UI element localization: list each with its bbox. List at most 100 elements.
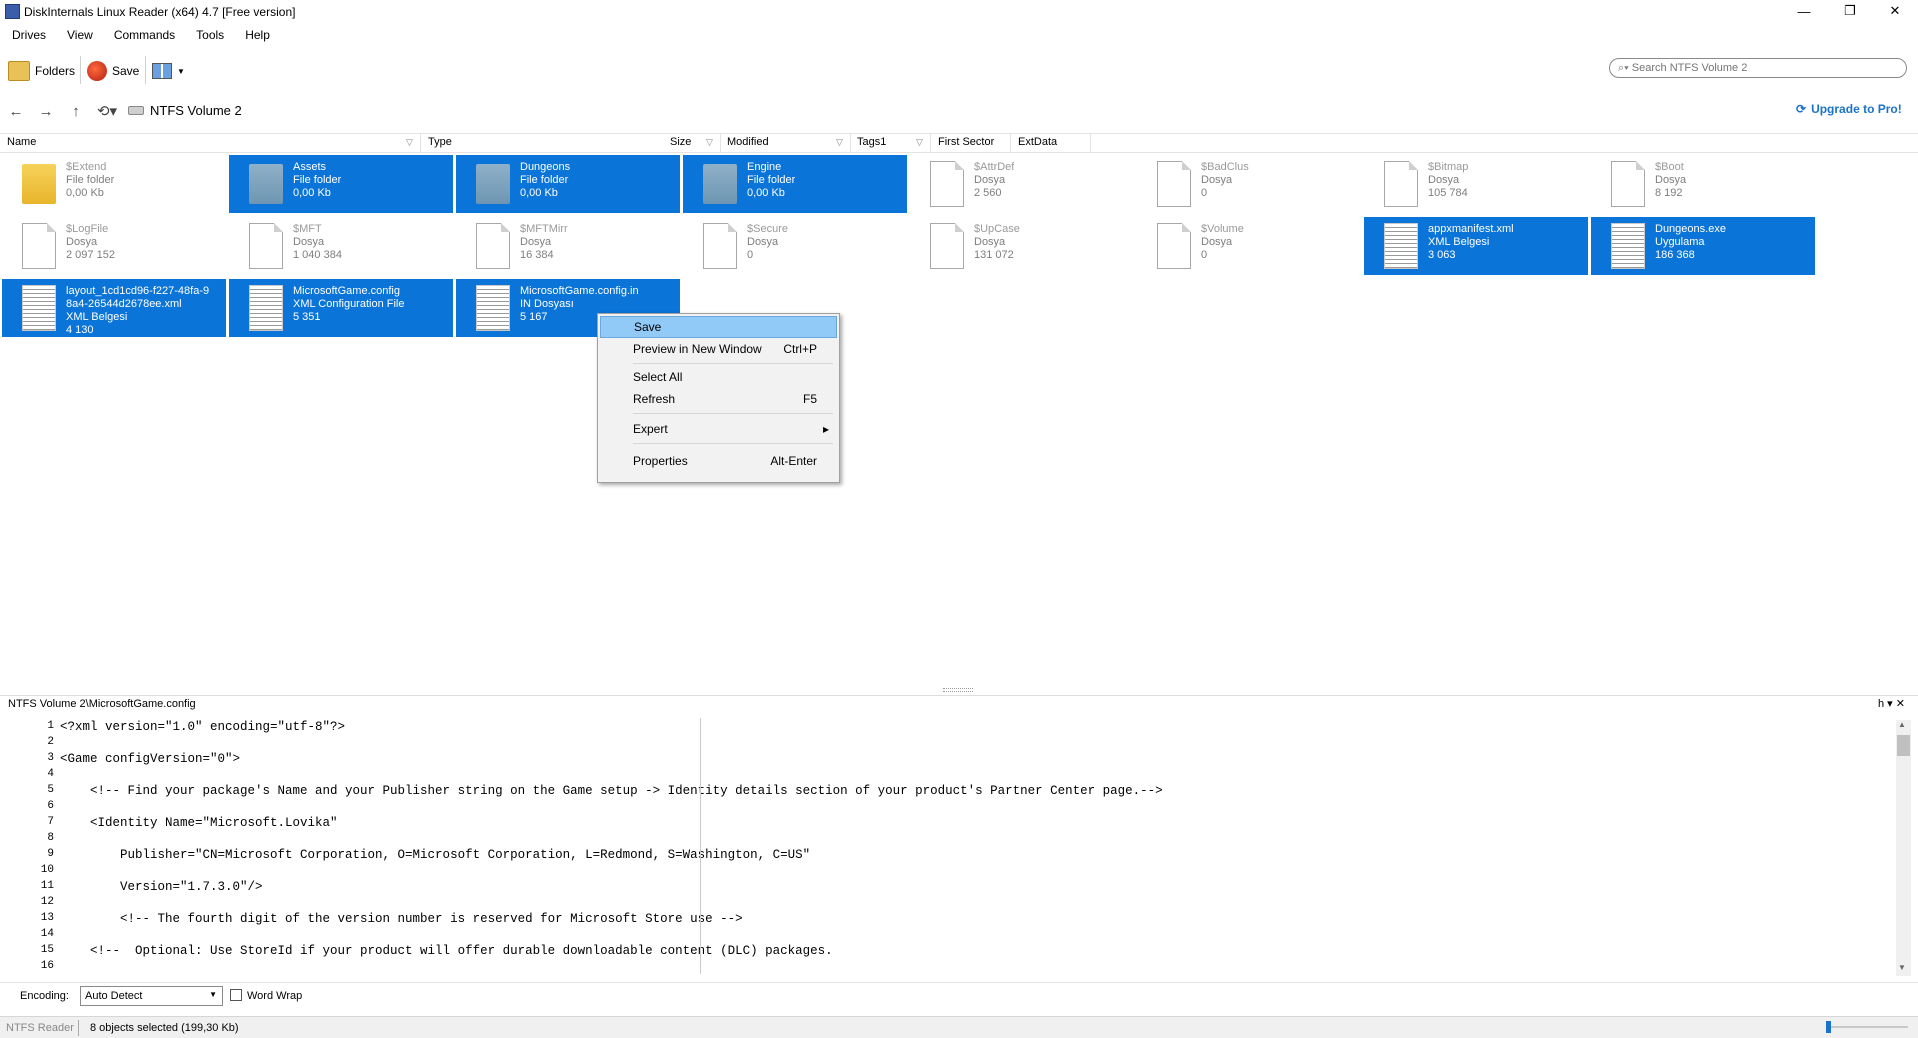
search-input[interactable] — [1631, 62, 1882, 74]
context-item-refresh[interactable]: Refresh F5 — [600, 388, 837, 410]
context-item-select-all[interactable]: Select All — [600, 366, 837, 388]
file-icon — [476, 223, 510, 269]
line-number: 5 — [47, 784, 54, 796]
file-type: Dosya — [66, 236, 98, 248]
view-mode-button[interactable]: ▼ — [152, 56, 185, 86]
file-tile[interactable]: Dungeons File folder 0,00 Kb — [456, 155, 680, 213]
file-tile[interactable]: Assets File folder 0,00 Kb — [229, 155, 453, 213]
context-item-save[interactable]: Save — [600, 316, 837, 338]
filter-icon[interactable]: ▽ — [836, 137, 843, 148]
zoom-slider[interactable] — [1826, 1026, 1908, 1028]
refresh-icon: ⟳ — [1796, 102, 1807, 116]
filter-icon[interactable]: ▽ — [406, 137, 413, 148]
file-tile[interactable]: appxmanifest.xml XML Belgesi 3 063 — [1364, 217, 1588, 275]
menu-help[interactable]: Help — [233, 26, 279, 46]
back-arrow-icon[interactable]: ← — [6, 101, 26, 121]
column-guide — [700, 718, 701, 974]
save-button[interactable]: Save — [87, 56, 139, 86]
encoding-label: Encoding: — [20, 990, 69, 1002]
file-tile[interactable]: $MFTMirr Dosya 16 384 — [456, 217, 680, 275]
column-extdata[interactable]: ExtData — [1018, 136, 1057, 152]
file-tile[interactable]: $MFT Dosya 1 040 384 — [229, 217, 453, 275]
file-name: $Volume — [1201, 223, 1244, 235]
file-type: Uygulama — [1655, 236, 1705, 248]
file-tile[interactable]: $LogFile Dosya 2 097 152 — [2, 217, 226, 275]
column-divider[interactable] — [930, 133, 931, 153]
panel-splitter[interactable] — [943, 688, 973, 692]
column-size[interactable]: Size — [670, 136, 691, 152]
column-type[interactable]: Type — [428, 136, 452, 152]
context-item-shortcut: Ctrl+P — [783, 342, 817, 356]
code-line: <!-- Optional: Use StoreId if your produ… — [60, 944, 833, 958]
file-tile[interactable]: MicrosoftGame.config XML Configuration Fi… — [229, 279, 453, 337]
close-button[interactable]: ✕ — [1872, 0, 1918, 22]
column-divider[interactable] — [1090, 133, 1091, 153]
column-divider[interactable] — [850, 133, 851, 153]
column-first-sector[interactable]: First Sector — [938, 136, 994, 152]
menu-tools[interactable]: Tools — [184, 26, 233, 46]
encoding-select[interactable]: Auto Detect ▼ — [80, 986, 223, 1006]
context-item-expert[interactable]: Expert ▸ — [600, 418, 837, 440]
status-selection: 8 objects selected (199,30 Kb) — [90, 1022, 239, 1034]
column-modified[interactable]: Modified — [727, 136, 769, 152]
word-wrap-label: Word Wrap — [247, 990, 303, 1002]
preview-panel-controls[interactable]: h ▾ ✕ — [1878, 697, 1905, 710]
file-icon — [1384, 161, 1418, 207]
column-name[interactable]: Name — [7, 136, 36, 152]
menu-drives[interactable]: Drives — [0, 26, 55, 46]
up-arrow-icon[interactable]: ↑ — [66, 101, 86, 121]
breadcrumb[interactable]: NTFS Volume 2 — [128, 103, 242, 118]
scrollbar-thumb[interactable] — [1897, 735, 1910, 756]
file-type: Dosya — [293, 236, 325, 248]
status-app: NTFS Reader — [6, 1022, 74, 1034]
file-tile[interactable]: $AttrDef Dosya 2 560 — [910, 155, 1134, 213]
file-tile[interactable]: $Bitmap Dosya 105 784 — [1364, 155, 1588, 213]
context-menu: Save Preview in New Window Ctrl+P Select … — [597, 313, 840, 483]
file-type: Dosya — [1428, 174, 1460, 186]
forward-arrow-icon[interactable]: → — [36, 101, 56, 121]
file-tile[interactable]: $UpCase Dosya 131 072 — [910, 217, 1134, 275]
file-tile[interactable]: $Extend File folder 0,00 Kb — [2, 155, 226, 213]
minimize-button[interactable]: — — [1781, 0, 1827, 22]
context-item-preview[interactable]: Preview in New Window Ctrl+P — [600, 338, 837, 360]
column-divider[interactable] — [720, 133, 721, 153]
zoom-slider-thumb[interactable] — [1826, 1021, 1831, 1033]
file-tile[interactable]: Dungeons.exe Uygulama 186 368 — [1591, 217, 1815, 275]
code-preview[interactable]: 1 <?xml version="1.0" encoding="utf-8"?> … — [0, 718, 1895, 978]
preview-path: NTFS Volume 2\MicrosoftGame.config — [8, 698, 196, 710]
file-tile[interactable]: Engine File folder 0,00 Kb — [683, 155, 907, 213]
maximize-button[interactable]: ❐ — [1827, 0, 1873, 22]
file-tile[interactable]: $BadClus Dosya 0 — [1137, 155, 1361, 213]
column-divider[interactable] — [420, 133, 421, 153]
vertical-scrollbar[interactable] — [1896, 720, 1911, 976]
upgrade-link[interactable]: ⟳ Upgrade to Pro! — [1796, 102, 1902, 116]
search-box[interactable]: ⌕▾ — [1609, 58, 1907, 78]
window-title: DiskInternals Linux Reader (x64) 4.7 [Fr… — [24, 5, 296, 19]
code-line: Publisher="CN=Microsoft Corporation, O=M… — [60, 848, 811, 862]
line-number: 6 — [47, 800, 54, 812]
folders-button[interactable]: Folders — [8, 56, 75, 86]
file-tile[interactable]: $Boot Dosya 8 192 — [1591, 155, 1815, 213]
history-icon[interactable]: ⟲▾ — [94, 101, 120, 121]
code-line: <!-- The fourth digit of the version num… — [60, 912, 743, 926]
scroll-up-icon[interactable]: ▲ — [1898, 720, 1906, 729]
file-tile[interactable]: $Secure Dosya 0 — [683, 217, 907, 275]
menu-view[interactable]: View — [55, 26, 102, 46]
file-type: File folder — [66, 174, 115, 186]
column-tags[interactable]: Tags1 — [857, 136, 886, 152]
file-tile[interactable]: $Volume Dosya 0 — [1137, 217, 1361, 275]
context-item-shortcut: Alt-Enter — [770, 454, 817, 468]
file-size: 0,00 Kb — [520, 187, 558, 199]
file-tile[interactable]: layout_1cd1cd96-f227-48fa-9 8a4-26544d267… — [2, 279, 226, 337]
filter-icon[interactable]: ▽ — [916, 137, 923, 148]
file-name: appxmanifest.xml — [1428, 223, 1514, 235]
file-size: 131 072 — [974, 249, 1014, 261]
menu-commands[interactable]: Commands — [102, 26, 184, 46]
context-item-properties[interactable]: Properties Alt-Enter — [600, 450, 837, 472]
context-item-label: Preview in New Window — [633, 342, 762, 356]
file-icon — [703, 223, 737, 269]
filter-icon[interactable]: ▽ — [706, 137, 713, 148]
scroll-down-icon[interactable]: ▼ — [1898, 963, 1906, 972]
column-divider[interactable] — [1010, 133, 1011, 153]
word-wrap-checkbox[interactable] — [230, 989, 242, 1001]
